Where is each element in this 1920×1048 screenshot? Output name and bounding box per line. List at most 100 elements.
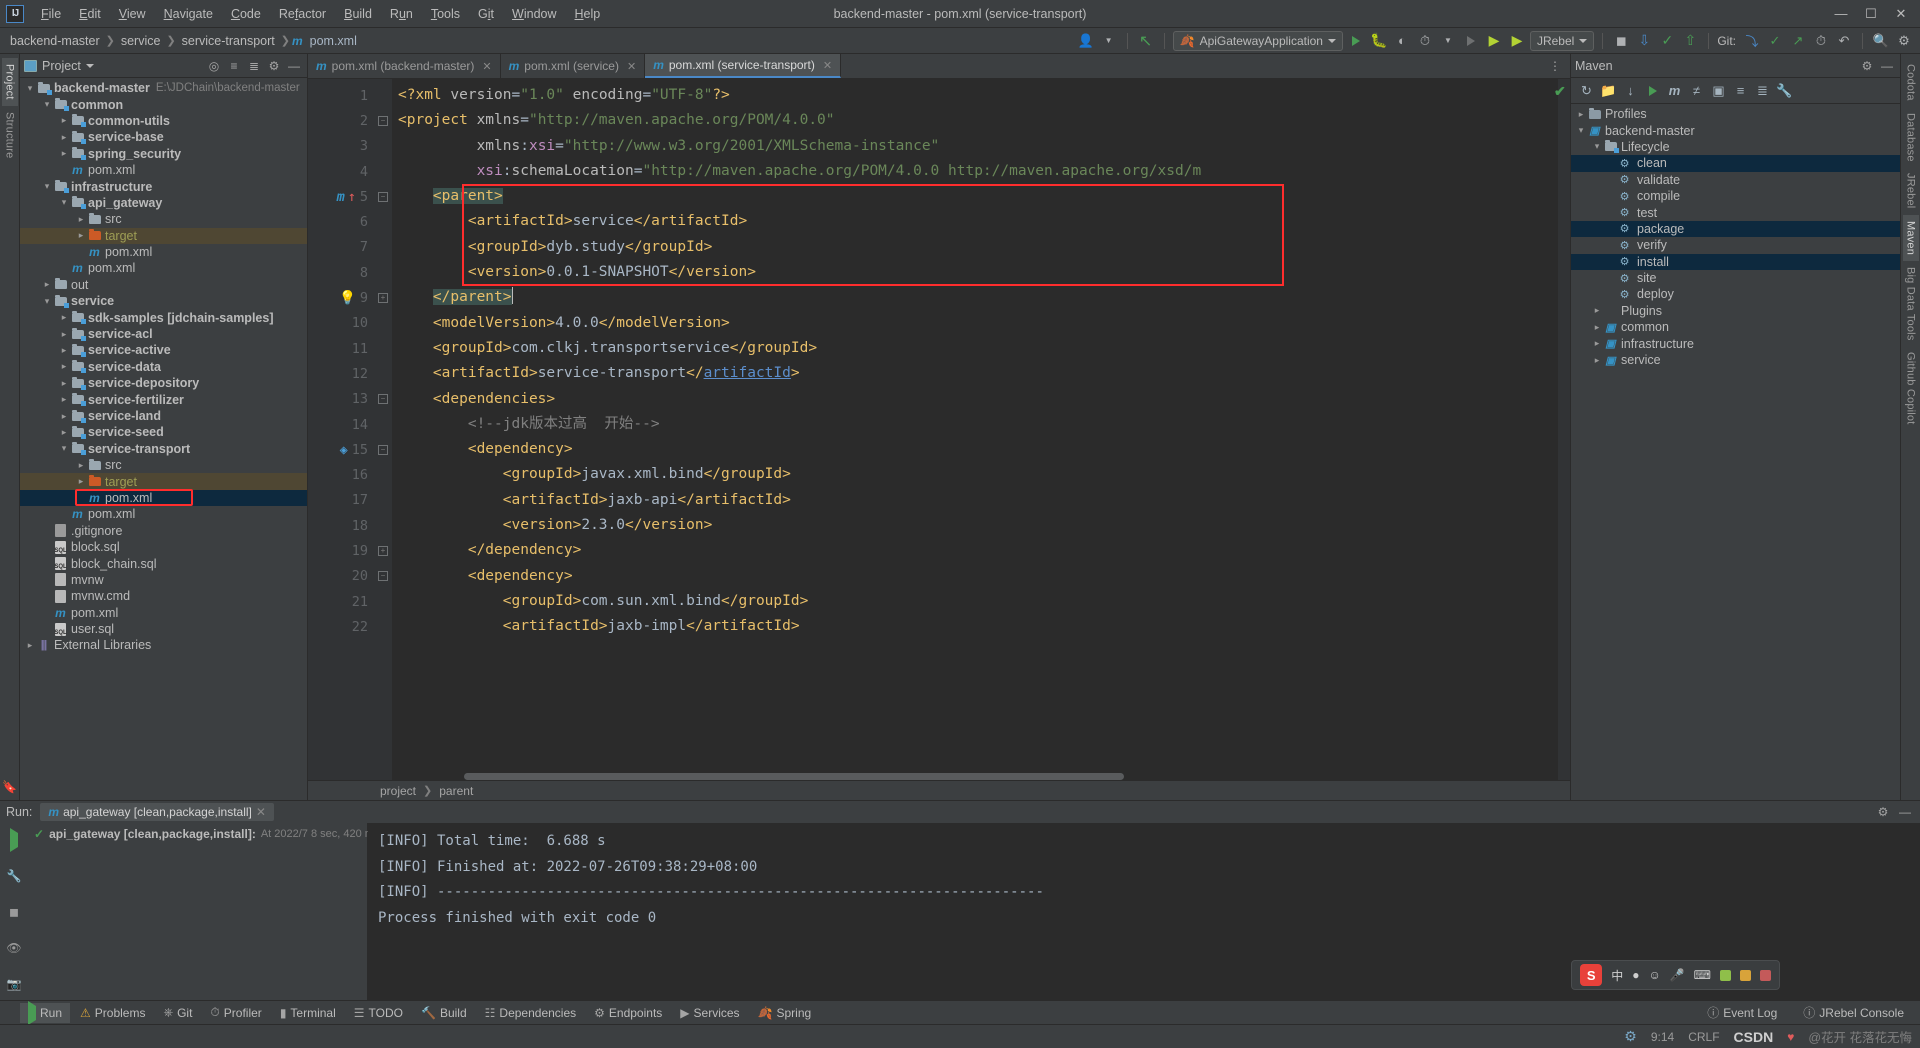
maven-tree-row[interactable]: ▸⚙test [1571, 204, 1900, 220]
editor-tab[interactable]: m pom.xml (backend-master) ✕ [308, 54, 501, 78]
keyboard-icon[interactable]: ⌨ [1694, 968, 1711, 982]
code-fold-toggle[interactable]: + [374, 538, 392, 563]
bottom-bar-item-profiler[interactable]: ⏱ Profiler [202, 1002, 269, 1023]
horizontal-scrollbar[interactable] [464, 773, 1124, 780]
collapse-icon[interactable]: ≡ [1731, 81, 1750, 100]
tool-tab-codota[interactable]: Github Copilot [1903, 346, 1919, 431]
chevron-right-icon[interactable]: ▸ [58, 427, 70, 438]
profiler-icon[interactable]: ⏱ [1415, 31, 1435, 51]
chevron-right-icon[interactable]: ▸ [75, 476, 87, 487]
jrebel-selector[interactable]: JRebel [1529, 30, 1595, 51]
menu-item-window[interactable]: Window [503, 3, 565, 25]
chevron-down-icon[interactable]: ▾ [41, 99, 53, 110]
chevron-down-icon[interactable]: ▼ [1099, 31, 1119, 51]
punctuation-icon[interactable]: ● [1632, 968, 1639, 982]
chevron-right-icon[interactable]: ▸ [58, 312, 70, 323]
camera-icon[interactable]: 📷 [7, 971, 22, 997]
project-tree-row[interactable]: ▾ service-transport [20, 441, 307, 457]
chevron-right-icon[interactable]: ▸ [75, 214, 87, 225]
wrench-icon[interactable]: 🔧 [7, 863, 22, 889]
chinese-mode-icon[interactable]: 中 [1611, 967, 1623, 984]
editor-breadcrumb-project[interactable]: project [380, 784, 416, 798]
tool-tab-database[interactable]: Database [1903, 107, 1919, 168]
close-icon[interactable]: ✕ [256, 805, 266, 819]
code-line[interactable]: <version>2.3.0</version> [392, 513, 1558, 538]
sogou-logo-icon[interactable]: S [1580, 964, 1603, 986]
maven-tree-row[interactable]: ▸ ▣ common [1571, 319, 1900, 335]
menu-item-build[interactable]: Build [335, 3, 381, 25]
menu-item-help[interactable]: Help [566, 3, 610, 25]
editor-tab[interactable]: m pom.xml (service) ✕ [501, 54, 646, 78]
tool-tab-maven[interactable]: Maven [1902, 214, 1919, 261]
line-separator[interactable]: CRLF [1688, 1030, 1719, 1044]
project-tree-row[interactable]: ▸SQLuser.sql [20, 621, 307, 637]
bottom-bar-item-spring[interactable]: 🍂 Spring [750, 1003, 820, 1023]
chevron-right-icon[interactable]: ▸ [58, 378, 70, 389]
chevron-right-icon[interactable]: ▸ [1575, 109, 1587, 120]
debug-icon[interactable]: 🐛 [1369, 31, 1389, 51]
chevron-right-icon[interactable]: ▸ [1591, 305, 1603, 316]
git-commit-icon[interactable]: ✓ [1765, 31, 1785, 51]
chevron-down-icon[interactable]: ▾ [24, 83, 36, 94]
maven-tree-row-selected[interactable]: ▸⚙install [1571, 253, 1900, 270]
code-line[interactable]: xsi:schemaLocation="http://maven.apache.… [392, 159, 1558, 184]
editor-fold-column[interactable]: − − + − − + − [374, 79, 392, 780]
chevron-right-icon[interactable]: ▸ [75, 460, 87, 471]
project-tree-row[interactable]: ▸SQLblock_chain.sql [20, 555, 307, 571]
spring-bean-icon[interactable]: ◈ [340, 442, 348, 458]
code-line[interactable]: </parent> [392, 285, 1558, 310]
close-icon[interactable]: ✕ [482, 60, 491, 73]
close-icon[interactable]: ✕ [823, 59, 832, 72]
chevron-down-icon[interactable]: ▾ [58, 197, 70, 208]
chevron-down-icon[interactable] [85, 63, 94, 68]
settings-icon[interactable] [1760, 969, 1771, 981]
rollback-icon[interactable]: ↶ [1834, 31, 1854, 51]
bottom-bar-item-endpoints[interactable]: ⚙ Endpoints [586, 1003, 670, 1023]
project-tree-row-selected[interactable]: ▸mpom.xml [20, 489, 307, 507]
close-button[interactable]: ✕ [1886, 1, 1916, 27]
project-tree-row[interactable]: ▾ backend-master E:\JDChain\backend-master [20, 80, 307, 96]
project-tree-row[interactable]: ▾ common [20, 96, 307, 112]
run-tab[interactable]: m api_gateway [clean,package,install] ✕ [40, 803, 274, 821]
project-tree-row[interactable]: ▸.gitignore [20, 523, 307, 539]
rerun-icon[interactable] [1461, 31, 1481, 51]
breadcrumb-item-file[interactable]: pom.xml [306, 32, 361, 50]
download-sources-icon[interactable]: ↓ [1621, 81, 1640, 100]
menu-item-run[interactable]: Run [381, 3, 422, 25]
chevron-right-icon[interactable]: ▸ [58, 411, 70, 422]
code-line[interactable]: xmlns:xsi="http://www.w3.org/2001/XMLSch… [392, 134, 1558, 159]
hide-icon[interactable]: — [1896, 803, 1914, 821]
user-avatar-icon[interactable]: 👤 [1076, 31, 1096, 51]
stop-icon[interactable]: ◼ [1611, 31, 1631, 51]
code-line[interactable]: <artifactId>jaxb-impl</artifactId> [392, 614, 1558, 639]
git-push-icon[interactable]: ↗ [1788, 31, 1808, 51]
maven-tree-row[interactable]: ▾ Lifecycle [1571, 139, 1900, 155]
settings-icon[interactable]: ⚙ [1858, 57, 1876, 75]
menu-item-tools[interactable]: Tools [422, 3, 469, 25]
bottom-tool-window-bar[interactable]: Run ⚠ Problems ⎈ Git ⏱ Profiler ▮ Terminal ☰ TODO 🔨… [0, 1000, 1920, 1025]
project-tree-row[interactable]: ▾ infrastructure [20, 178, 307, 194]
bookmarks-icon[interactable]: 🔖 [2, 774, 17, 800]
expand-all-icon[interactable]: ≣ [245, 57, 263, 75]
search-everywhere-icon[interactable]: 🔍 [1871, 31, 1891, 51]
project-tree-row[interactable]: ▸mpom.xml [20, 605, 307, 621]
breadcrumb-item-module[interactable]: service-transport [178, 32, 279, 50]
chevron-down-icon[interactable]: ▾ [41, 181, 53, 192]
project-tree-row[interactable]: ▸ service-data [20, 359, 307, 375]
minimize-button[interactable]: — [1826, 1, 1856, 27]
project-tree-row[interactable]: ▸mpom.xml [20, 162, 307, 178]
maven-tree-row[interactable]: ▸⚙site [1571, 270, 1900, 286]
update-project-icon[interactable]: ⇩ [1634, 31, 1654, 51]
code-fold-toggle[interactable]: − [374, 564, 392, 589]
code-line[interactable]: <dependency> [392, 437, 1558, 462]
inspection-ok-icon[interactable]: ✔ [1554, 83, 1566, 100]
bottom-bar-item-jrebel-console[interactable]: ⓘ JRebel Console [1795, 1001, 1912, 1024]
maven-tree-row[interactable]: ▸ ▣ infrastructure [1571, 335, 1900, 351]
show-diagram-icon[interactable]: ▣ [1709, 81, 1728, 100]
emoji-icon[interactable]: ☺ [1648, 968, 1660, 982]
project-tree-row[interactable]: ▸ service-seed [20, 424, 307, 440]
project-tree-row[interactable]: ▸ service-depository [20, 375, 307, 391]
project-tree-row[interactable]: ▸mpom.xml [20, 244, 307, 260]
maven-tree-row[interactable]: ▸⚙validate [1571, 172, 1900, 188]
bottom-bar-item-terminal[interactable]: ▮ Terminal [272, 1003, 344, 1023]
